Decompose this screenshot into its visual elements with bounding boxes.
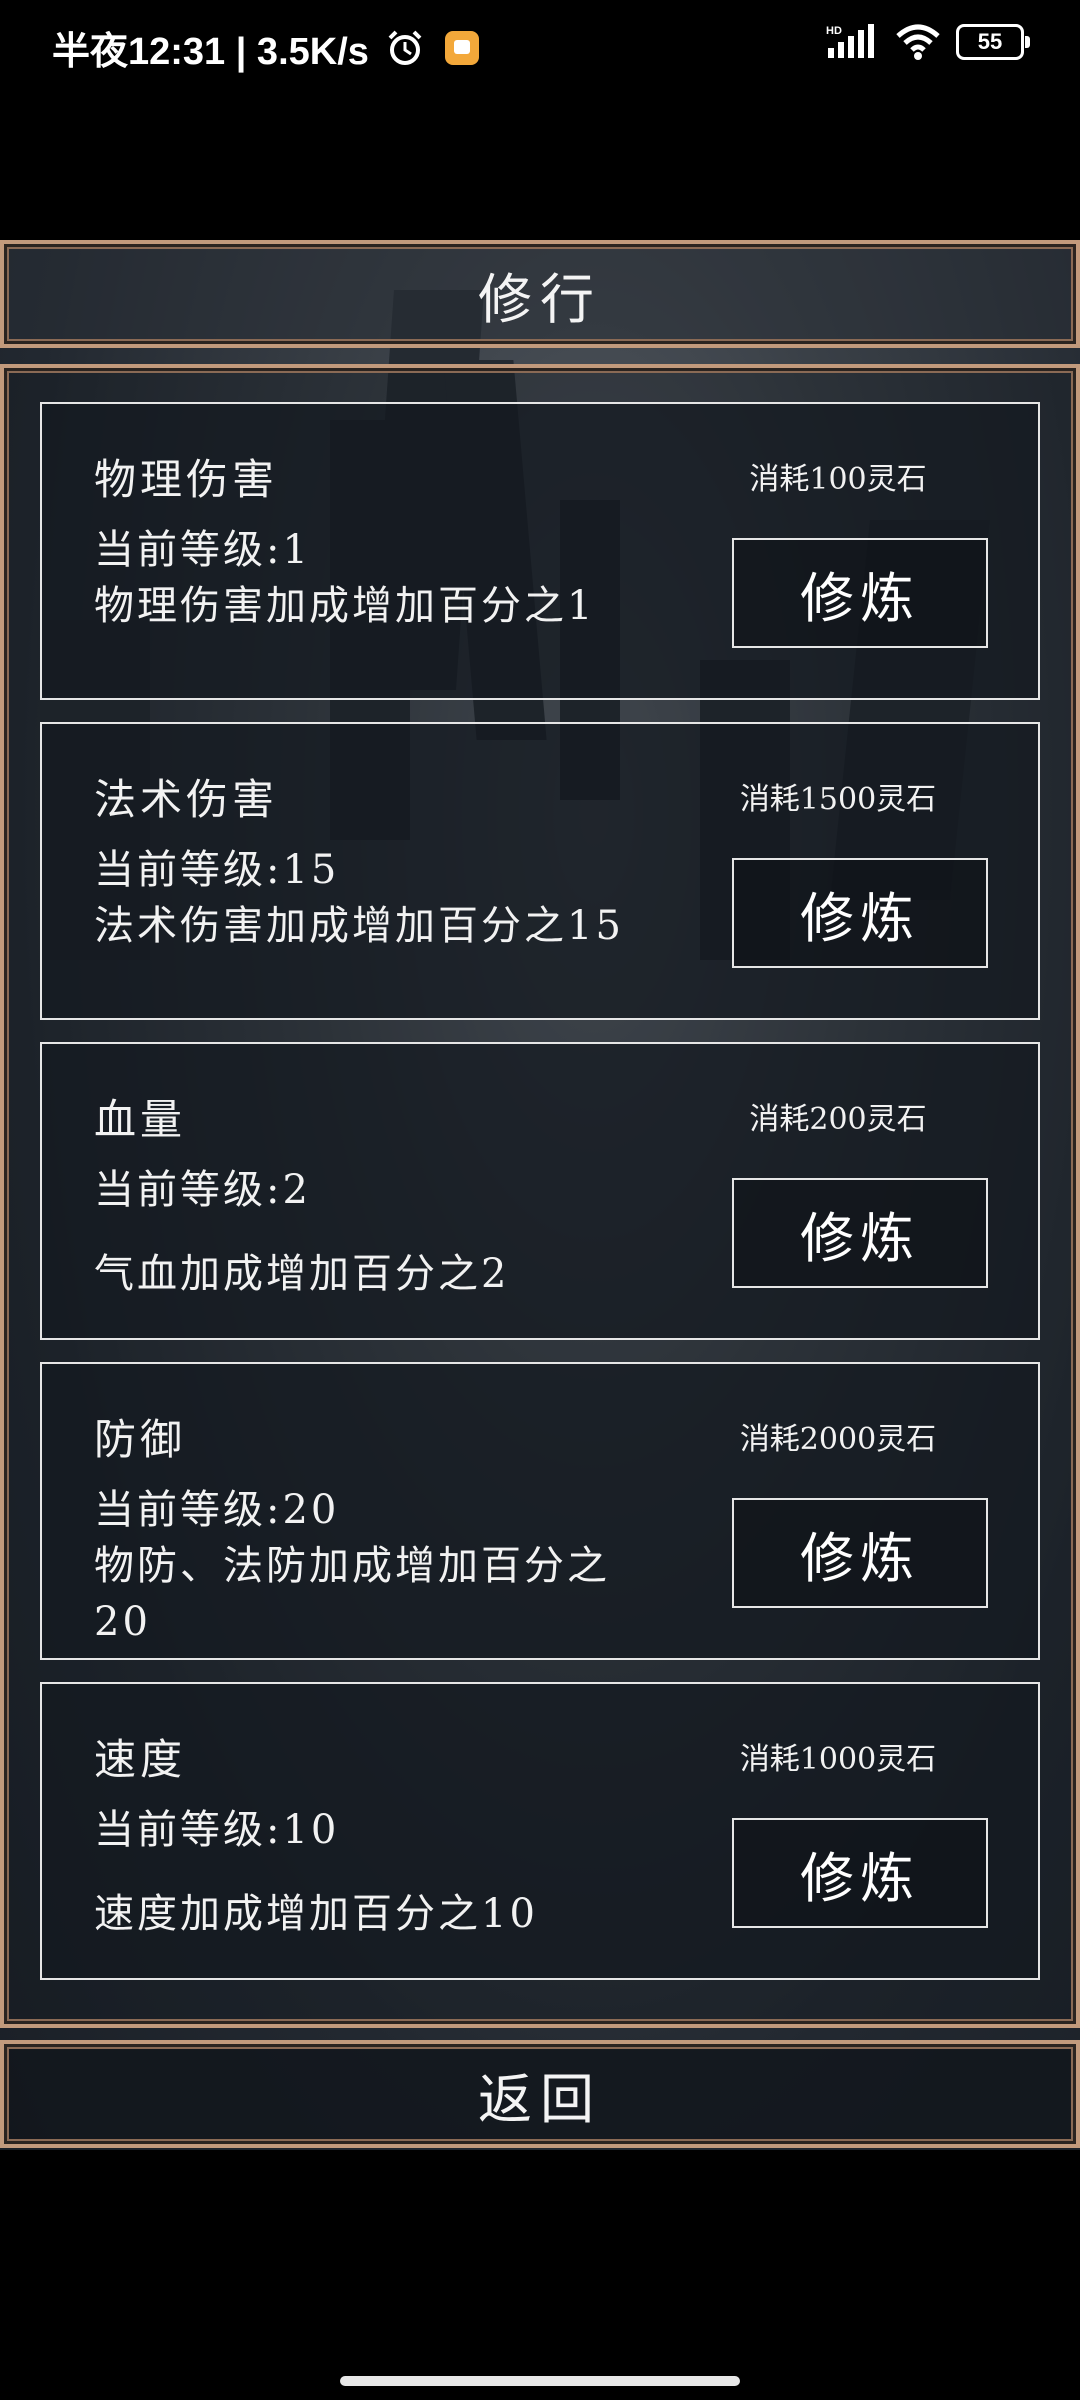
upgrade-card-magic-damage: 法术伤害 消耗1500灵石 当前等级:15 法术伤害加成增加百分之15 修炼 bbox=[40, 722, 1040, 1020]
back-button-label: 返回 bbox=[478, 2067, 602, 2131]
card-title: 防御 bbox=[94, 1415, 187, 1464]
upgrade-card-health: 血量 消耗200灵石 当前等级:2 气血加成增加百分之2 修炼 bbox=[40, 1042, 1040, 1340]
card-description: 物防、法防加成增加百分之20 bbox=[94, 1543, 610, 1645]
card-title: 法术伤害 bbox=[94, 775, 279, 824]
card-level: 当前等级:15 bbox=[94, 847, 340, 893]
battery-icon: 55 bbox=[956, 24, 1030, 60]
card-level: 当前等级:20 bbox=[94, 1487, 340, 1533]
card-cost: 消耗1000灵石 bbox=[739, 1742, 937, 1777]
card-cost: 消耗1500灵石 bbox=[739, 782, 937, 817]
app-badge-icon bbox=[444, 30, 479, 65]
card-level: 当前等级:2 bbox=[94, 1167, 311, 1213]
card-description: 物理伤害加成增加百分之1 bbox=[94, 583, 596, 629]
card-description: 法术伤害加成增加百分之15 bbox=[94, 903, 624, 949]
train-button[interactable]: 修炼 bbox=[732, 538, 988, 648]
status-bar: 半夜12:31 | 3.5K/s HD 55 bbox=[0, 0, 1080, 84]
network-label: HD bbox=[826, 25, 842, 37]
card-description: 速度加成增加百分之10 bbox=[94, 1891, 538, 1937]
signal-icon: HD bbox=[826, 24, 874, 58]
upgrade-card-physical-damage: 物理伤害 消耗100灵石 当前等级:1 物理伤害加成增加百分之1 修炼 bbox=[40, 402, 1040, 700]
train-button[interactable]: 修炼 bbox=[732, 1178, 988, 1288]
card-level: 当前等级:1 bbox=[94, 527, 311, 573]
card-title: 物理伤害 bbox=[94, 455, 279, 504]
card-cost: 消耗100灵石 bbox=[749, 462, 927, 497]
title-bar: 修行 bbox=[0, 240, 1080, 348]
status-time: 半夜12:31 | 3.5K/s bbox=[52, 31, 369, 73]
battery-level: 55 bbox=[977, 29, 1003, 54]
card-cost: 消耗2000灵石 bbox=[739, 1422, 937, 1457]
train-button[interactable]: 修炼 bbox=[732, 858, 988, 968]
card-cost: 消耗200灵石 bbox=[749, 1102, 927, 1137]
card-level: 当前等级:10 bbox=[94, 1807, 340, 1853]
train-button[interactable]: 修炼 bbox=[732, 1818, 988, 1928]
alarm-icon bbox=[388, 30, 422, 65]
upgrade-card-defense: 防御 消耗2000灵石 当前等级:20 物防、法防加成增加百分之20 修炼 bbox=[40, 1362, 1040, 1660]
card-title: 血量 bbox=[94, 1095, 187, 1144]
card-title: 速度 bbox=[94, 1735, 187, 1784]
home-indicator[interactable] bbox=[340, 2376, 740, 2386]
wifi-icon bbox=[896, 24, 940, 60]
train-button[interactable]: 修炼 bbox=[732, 1498, 988, 1608]
page-title: 修行 bbox=[478, 267, 602, 331]
card-description: 气血加成增加百分之2 bbox=[94, 1251, 510, 1297]
back-button[interactable]: 返回 bbox=[0, 2040, 1080, 2148]
upgrade-card-speed: 速度 消耗1000灵石 当前等级:10 速度加成增加百分之10 修炼 bbox=[40, 1682, 1040, 1980]
